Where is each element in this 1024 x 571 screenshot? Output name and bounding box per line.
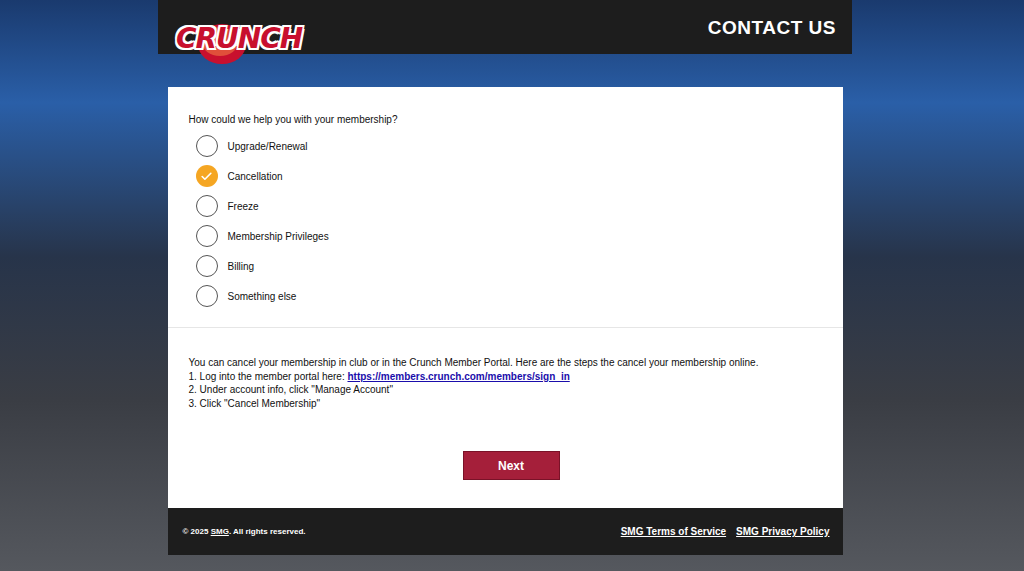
info-step: 2. Under account info, click "Manage Acc… [189, 383, 822, 397]
footer: © 2025 SMG. All rights reserved. SMG Term… [168, 508, 843, 555]
radio-button[interactable] [196, 135, 218, 157]
radio-option[interactable]: Upgrade/Renewal [189, 131, 822, 161]
radio-button[interactable] [196, 255, 218, 277]
radio-button[interactable] [196, 165, 218, 187]
footer-links: SMG Terms of Service SMG Privacy Policy [621, 526, 830, 537]
page: CRUNCHCONTACT USHow could we help you wi… [0, 0, 1024, 571]
radio-button[interactable] [196, 285, 218, 307]
contact-card: How could we help you with your membersh… [168, 87, 843, 508]
copyright: © 2025 SMG. All rights reserved. [183, 527, 306, 536]
cancel-info: You can cancel your membership in club o… [168, 328, 843, 410]
radio-option[interactable]: Something else [189, 281, 822, 311]
portal-link[interactable]: https://members.crunch.com/members/sign_… [347, 371, 569, 382]
info-intro: You can cancel your membership in club o… [189, 356, 822, 370]
radio-option[interactable]: Freeze [189, 191, 822, 221]
next-button[interactable]: Next [463, 451, 560, 480]
radio-button[interactable] [196, 195, 218, 217]
header: CRUNCHCONTACT US [158, 0, 852, 54]
smg-link[interactable]: SMG [211, 527, 229, 536]
radio-option[interactable]: Billing [189, 251, 822, 281]
radio-button[interactable] [196, 225, 218, 247]
page-title: CONTACT US [708, 17, 836, 39]
info-step: 1. Log into the member portal here: http… [189, 370, 822, 384]
radio-option[interactable]: Membership Privileges [189, 221, 822, 251]
check-icon [200, 170, 213, 183]
footer-link[interactable]: SMG Privacy Policy [736, 526, 829, 537]
info-step: 3. Click "Cancel Membership" [189, 397, 822, 411]
membership-form: How could we help you with your membersh… [168, 87, 843, 328]
radio-option[interactable]: Cancellation [189, 161, 822, 191]
form-question: How could we help you with your membersh… [189, 114, 822, 125]
footer-link[interactable]: SMG Terms of Service [621, 526, 726, 537]
logo[interactable]: CRUNCH [176, 12, 302, 68]
